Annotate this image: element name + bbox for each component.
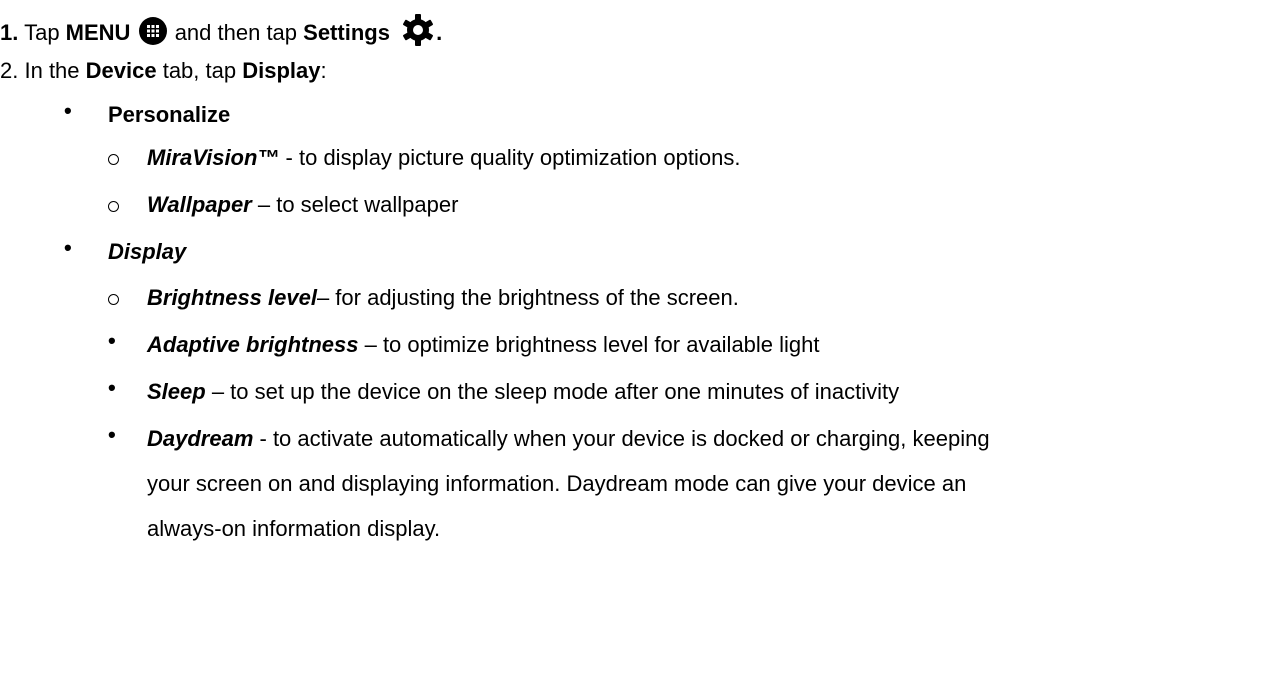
bullet-icon: •: [108, 422, 116, 447]
step-2-colon: :: [320, 58, 327, 83]
daydream-desc-continued: always-on information display.: [147, 516, 441, 541]
adaptive-desc: – to optimize brightness level for avail…: [358, 332, 820, 357]
adaptive-term: Adaptive brightness: [147, 332, 359, 357]
miravision-term: MiraVision™: [147, 145, 280, 170]
gear-icon: [400, 12, 436, 56]
bullet-icon: •: [108, 375, 116, 400]
display-label: Display: [242, 58, 321, 83]
display-heading: Display: [108, 237, 186, 267]
display-item-adaptive: Adaptive brightness – to optimize bright…: [147, 330, 820, 360]
personalize-heading: Personalize: [108, 100, 230, 130]
personalize-item-wallpaper: Wallpaper – to select wallpaper: [147, 190, 458, 220]
brightness-desc: – for adjusting the brightness of the sc…: [316, 285, 739, 310]
personalize-item-miravision: MiraVision™ - to display picture quality…: [147, 143, 740, 173]
display-item-sleep: Sleep – to set up the device on the slee…: [147, 377, 899, 407]
daydream-desc: - to activate automatically when your de…: [253, 426, 990, 451]
step-1-period: .: [436, 20, 443, 45]
grid-menu-icon: [138, 17, 167, 45]
circle-bullet-icon: [108, 201, 119, 212]
brightness-term: Brightness level: [147, 285, 317, 310]
wallpaper-term: Wallpaper: [147, 192, 252, 217]
bullet-icon: •: [108, 328, 116, 353]
menu-label: MENU: [65, 20, 131, 45]
step-1-number: 1.: [0, 20, 19, 45]
step-2-text-in: In the: [24, 58, 86, 83]
miravision-desc: - to display picture quality optimizatio…: [279, 145, 741, 170]
step-1: 1. Tap MENU and then tap Settings .: [0, 12, 442, 56]
circle-bullet-icon: [108, 154, 119, 165]
step-2-text-tab: tab, tap: [156, 58, 243, 83]
wallpaper-desc: – to select wallpaper: [251, 192, 459, 217]
daydream-desc-continued: your screen on and displaying informatio…: [147, 471, 967, 496]
step-1-text-then: and then tap: [168, 20, 304, 45]
step-2-number: 2.: [0, 58, 19, 83]
daydream-term: Daydream: [147, 426, 254, 451]
bullet-icon: •: [64, 235, 72, 260]
bullet-icon: •: [64, 98, 72, 123]
step-2: 2. In the Device tab, tap Display:: [0, 56, 327, 86]
display-heading-text: Display: [108, 239, 187, 264]
sleep-term: Sleep: [147, 379, 206, 404]
circle-bullet-icon: [108, 294, 119, 305]
display-item-daydream: Daydream - to activate automatically whe…: [147, 424, 990, 454]
sleep-desc: – to set up the device on the sleep mode…: [205, 379, 900, 404]
step-1-text-tap: Tap: [24, 20, 66, 45]
device-label: Device: [85, 58, 157, 83]
settings-label: Settings: [303, 20, 390, 45]
personalize-heading-text: Personalize: [108, 102, 231, 127]
display-item-brightness: Brightness level– for adjusting the brig…: [147, 283, 739, 313]
